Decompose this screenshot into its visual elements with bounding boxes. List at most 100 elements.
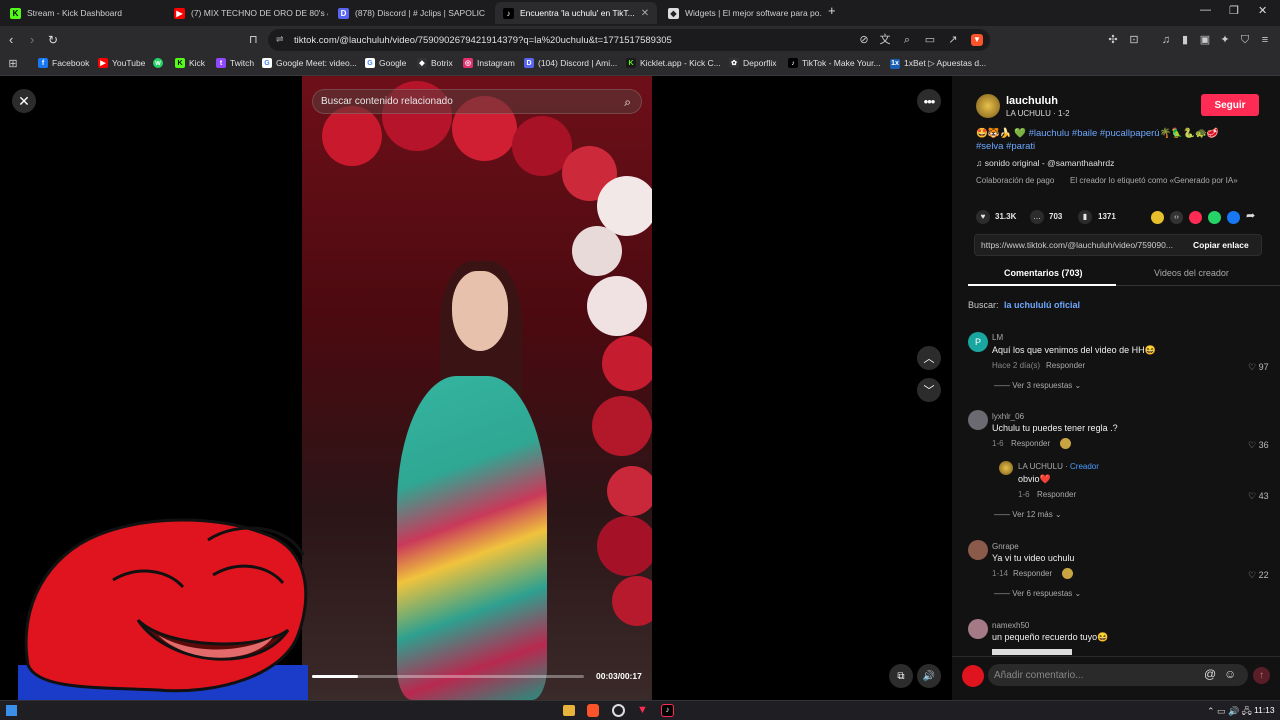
vpn-icon[interactable]: ⛉ (1239, 34, 1251, 46)
screenshot-icon[interactable]: ⊡ (1128, 34, 1140, 46)
bookmark-save-icon[interactable]: ▮ (1078, 210, 1092, 224)
whatsapp-share-icon[interactable] (1208, 211, 1221, 224)
pip-icon[interactable]: ⧉ (889, 664, 913, 688)
reply-user[interactable]: LA UCHULU · Creador (1018, 462, 1099, 471)
no-tracking-icon[interactable]: ⊘ (858, 34, 870, 46)
close-video-button[interactable]: ✕ (12, 89, 36, 113)
search-icon[interactable]: ⌕ (624, 95, 631, 110)
reply-button[interactable]: Responder (1046, 361, 1085, 370)
send-icon[interactable] (1189, 211, 1202, 224)
brave-icon[interactable] (587, 704, 599, 717)
view-replies-button[interactable]: —— Ver 3 respuestas ⌄ (994, 381, 1081, 390)
next-video-icon[interactable]: ﹀ (917, 378, 941, 402)
tab-discord[interactable]: D (878) Discord | #​⁠ ⁠Jclips | SAPOLIC (330, 2, 492, 24)
forward-icon[interactable]: › (30, 32, 34, 47)
bookmark-icon[interactable]: ⊓ (249, 33, 258, 46)
apps-grid-icon[interactable]: ⊞ (7, 58, 19, 70)
volume-icon[interactable]: 🔊 (917, 664, 941, 688)
bookmark-instagram[interactable]: ◎ Instagram (463, 58, 515, 68)
zoom-icon[interactable]: ⌕ (901, 34, 913, 46)
bookmark-discord[interactable]: D (104) Discord | Ami... (524, 58, 617, 68)
video-link[interactable]: https://www.tiktok.com/@lauchuluh/video/… (981, 240, 1173, 250)
video-player[interactable] (302, 76, 652, 700)
video-progress-bar[interactable] (312, 675, 584, 678)
comment-like[interactable]: ♡ 36 (1248, 440, 1269, 451)
like-icon[interactable]: ♥ (976, 210, 990, 224)
share-icon[interactable]: ↗ (947, 34, 959, 46)
bookmark-whatsapp[interactable]: w (153, 58, 163, 68)
commenter-avatar[interactable] (968, 410, 988, 430)
comment-input[interactable]: Añadir comentario... @ ☺ (988, 664, 1248, 686)
comment-user[interactable]: LM (992, 333, 1003, 342)
reply-button[interactable]: Responder (1011, 439, 1050, 448)
translate-icon[interactable]: 文 (879, 34, 891, 46)
sidebar-icon[interactable]: ▮ (1179, 34, 1191, 46)
wallet-icon[interactable]: ▣ (1199, 34, 1211, 46)
leo-ai-icon[interactable]: ✦ (1219, 34, 1231, 46)
comment-icon[interactable]: … (1030, 210, 1044, 224)
creator-avatar[interactable] (976, 94, 1000, 118)
comment-like[interactable]: ♡ 43 (1248, 491, 1269, 502)
commenter-avatar[interactable] (968, 540, 988, 560)
previous-video-icon[interactable]: ︿ (917, 346, 941, 370)
tab-tiktok-active[interactable]: ♪ Encuentra 'la uchulu' en TikT... ✕ (495, 2, 657, 24)
cast-icon[interactable]: ▭ (924, 34, 936, 46)
tab-youtube-mix[interactable]: ▶ (7) MIX TECHNO DE ORO DE 80's & (166, 2, 328, 24)
app-icon[interactable]: ▼ (637, 704, 648, 716)
tab-kick-dashboard[interactable]: K Stream - Kick Dashboard (2, 2, 164, 24)
my-avatar[interactable] (962, 665, 984, 687)
comment-user[interactable]: lyxhlr_06 (992, 412, 1024, 421)
minimize-icon[interactable]: — (1200, 4, 1211, 16)
close-tab-icon[interactable]: ✕ (641, 8, 649, 19)
close-window-icon[interactable]: ✕ (1258, 4, 1267, 17)
comment-user[interactable]: Gnrape (992, 542, 1019, 551)
embed-icon[interactable]: ‹› (1170, 211, 1183, 224)
system-tray-icons[interactable]: ⌃ ▭ 🔊 🖧 (1207, 704, 1252, 720)
commenter-avatar[interactable]: P (968, 332, 988, 352)
file-explorer-icon[interactable] (563, 705, 575, 716)
windows-start-icon[interactable] (6, 705, 17, 716)
menu-icon[interactable]: ≡ (1259, 34, 1271, 46)
back-icon[interactable]: ‹ (9, 32, 13, 47)
bookmark-botrix[interactable]: ◆ Botrix (417, 58, 453, 68)
bookmark-youtube[interactable]: ▶ YouTube (98, 58, 145, 68)
bookmark-google-meet[interactable]: G Google Meet: video... (262, 58, 357, 68)
bookmark-1xbet[interactable]: 1x 1xBet ▷ Apuestas d... (890, 58, 986, 69)
related-search-input[interactable]: Buscar contenido relacionado ⌕ (312, 89, 642, 114)
caption-line-1[interactable]: 🤩🐯🍌 💚 #lauchulu #baile #pucallpaperú🌴🦜🐍🐢… (976, 128, 1219, 139)
bookmark-facebook[interactable]: f Facebook (38, 58, 89, 68)
bookmark-kick[interactable]: K Kick (175, 58, 205, 68)
view-replies-button[interactable]: —— Ver 6 respuestas ⌄ (994, 589, 1081, 598)
view-more-replies-button[interactable]: —— Ver 12 más ⌄ (994, 510, 1062, 519)
mention-icon[interactable]: @ (1204, 667, 1216, 681)
reply-button[interactable]: Responder (1013, 569, 1052, 578)
sound-link[interactable]: ♫ sonido original - @samanthaahrdz (976, 158, 1114, 168)
commenter-avatar[interactable] (968, 619, 988, 639)
tab-widgets[interactable]: ◆ Widgets | El mejor software para po... (660, 2, 822, 24)
tiktok-taskbar-icon[interactable]: ♪ (661, 704, 674, 717)
tab-creator-videos[interactable]: Videos del creador (1154, 268, 1229, 278)
reply-button[interactable]: Responder (1037, 490, 1076, 499)
obs-icon[interactable] (612, 704, 625, 717)
caption-line-2[interactable]: #selva #parati (976, 141, 1035, 152)
buscar-term-link[interactable]: la uchululú oficial (1004, 300, 1080, 310)
media-icon[interactable]: ♫ (1160, 34, 1172, 46)
share-arrow-icon[interactable]: ➦ (1246, 209, 1255, 222)
emoji-icon[interactable]: ☺ (1224, 667, 1236, 681)
comment-image[interactable] (992, 649, 1072, 655)
bookmark-google[interactable]: G Google (365, 58, 406, 68)
emoji-share-icon[interactable] (1151, 211, 1164, 224)
facebook-share-icon[interactable] (1227, 211, 1240, 224)
restore-icon[interactable]: ❐ (1229, 4, 1239, 17)
post-comment-button[interactable]: ↑ (1253, 667, 1270, 684)
more-options-icon[interactable]: ••• (917, 89, 941, 113)
comment-like[interactable]: ♡ 97 (1248, 362, 1269, 373)
reply-avatar[interactable] (999, 461, 1013, 475)
bookmark-kicklet[interactable]: K Kicklet.app - Kick C... (626, 58, 721, 68)
tab-comments[interactable]: Comentarios (703) (1004, 268, 1083, 278)
bookmark-tiktok[interactable]: ♪ TikTok - Make Your... (788, 58, 881, 68)
follow-button[interactable]: Seguir (1201, 94, 1259, 116)
bookmark-twitch[interactable]: t Twitch (216, 58, 254, 68)
copy-link-button[interactable]: Copiar enlace (1193, 240, 1249, 250)
reload-icon[interactable]: ↻ (48, 33, 58, 47)
